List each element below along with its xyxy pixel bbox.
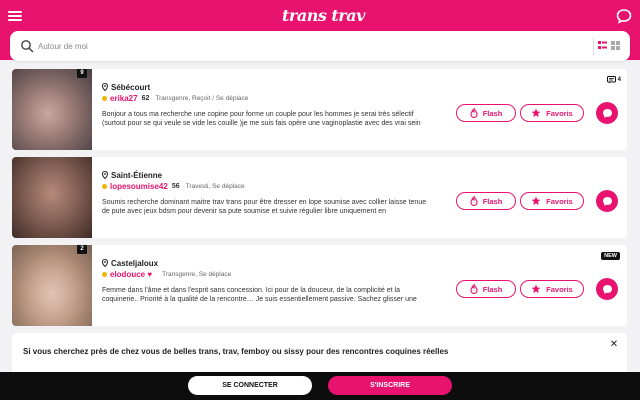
- profile-photo[interactable]: [12, 157, 92, 238]
- profile-type: Travesti, Se déplace: [185, 182, 245, 190]
- profile-info: Casteljaloux elodouce ♥ Transgenre, Se d…: [102, 258, 432, 304]
- profile-info: Saint-Étienne lopesoumise42 56 Travesti,…: [102, 170, 432, 216]
- profile-location: Saint-Étienne: [102, 170, 432, 180]
- login-button[interactable]: SE CONNECTER: [188, 376, 312, 395]
- username-link[interactable]: elodouce ♥: [110, 270, 152, 279]
- profile-photo[interactable]: 9: [12, 69, 92, 150]
- age: 62: [141, 94, 150, 102]
- auth-bar: SE CONNECTER S'INSCRIRE: [0, 372, 640, 400]
- profile-description: Femme dans l'âme et dans l'esprit sans c…: [102, 287, 417, 303]
- user-row: lopesoumise42 56 Travesti, Se déplace: [102, 181, 432, 191]
- flame-icon: [470, 284, 478, 294]
- age: 56: [171, 182, 180, 190]
- hamburger-icon[interactable]: [8, 9, 22, 23]
- search-icon: [20, 39, 34, 53]
- flash-label: Flash: [482, 108, 503, 118]
- message-count-badge: 4: [606, 75, 621, 85]
- chat-icon: [602, 196, 612, 206]
- profile-type: Transgenre, Se déplace: [162, 270, 232, 278]
- send-message-button[interactable]: [596, 102, 618, 124]
- flash-label: Flash: [482, 284, 503, 294]
- grid-view-icon[interactable]: [611, 37, 620, 55]
- favorite-button[interactable]: Favoris: [520, 192, 584, 210]
- profile-photo[interactable]: 2: [12, 245, 92, 326]
- send-message-button[interactable]: [596, 190, 618, 212]
- location-text: Sébécourt: [111, 82, 151, 92]
- location-pin-icon: [102, 83, 108, 91]
- flash-button[interactable]: Flash: [456, 104, 516, 122]
- new-badge: NEW: [601, 252, 620, 260]
- favorite-button[interactable]: Favoris: [520, 280, 584, 298]
- location-pin-icon: [102, 259, 108, 267]
- location-text: Saint-Étienne: [111, 170, 163, 180]
- message-count: 4: [617, 77, 621, 83]
- view-toggle: [598, 38, 622, 54]
- profile-description: Bonjour a tous ma recherche une copine p…: [102, 111, 421, 127]
- search-bar: [10, 31, 630, 61]
- favorite-label: Favoris: [546, 196, 573, 206]
- search-input[interactable]: [38, 37, 578, 55]
- list-view-icon[interactable]: [598, 37, 607, 55]
- online-status-dot: [102, 183, 107, 189]
- profile-location: Sébécourt: [102, 82, 432, 92]
- signup-button[interactable]: S'INSCRIRE: [328, 376, 452, 395]
- flash-button[interactable]: Flash: [456, 280, 516, 298]
- profile-location: Casteljaloux: [102, 258, 432, 268]
- flash-button[interactable]: Flash: [456, 192, 516, 210]
- chat-icon: [602, 284, 612, 294]
- profile-type: Transgenre, Reçoit / Se déplace: [155, 94, 249, 102]
- profile-info: Sébécourt erika27 62 Transgenre, Reçoit …: [102, 82, 432, 128]
- message-icon: [606, 76, 616, 84]
- send-message-button[interactable]: [596, 278, 618, 300]
- star-icon: [531, 108, 541, 117]
- user-row: elodouce ♥ Transgenre, Se déplace: [102, 269, 432, 279]
- location-text: Casteljaloux: [111, 258, 159, 268]
- user-row: erika27 62 Transgenre, Reçoit / Se dépla…: [102, 93, 432, 103]
- favorite-button[interactable]: Favoris: [520, 104, 584, 122]
- flame-icon: [470, 196, 478, 206]
- flash-label: Flash: [482, 196, 503, 206]
- location-pin-icon: [102, 171, 108, 179]
- site-logo[interactable]: trans trav: [282, 6, 365, 25]
- star-icon: [531, 196, 541, 205]
- banner-title: Si vous cherchez près de chez vous de be…: [23, 347, 449, 356]
- divider: [593, 37, 594, 55]
- flame-icon: [470, 108, 478, 118]
- favorite-label: Favoris: [546, 108, 573, 118]
- favorite-label: Favoris: [546, 284, 573, 294]
- star-icon: [531, 284, 541, 293]
- photo-count-badge: 9: [77, 69, 87, 78]
- photo-count-badge: 2: [77, 245, 87, 254]
- profile-description: Soumis recherche dominant maitre trav tr…: [102, 199, 427, 215]
- chat-icon: [602, 108, 612, 118]
- profile-card[interactable]: 9 Sébécourt erika27 62 Transgenre, Reçoi…: [12, 69, 627, 150]
- profile-card[interactable]: 2 Casteljaloux elodouce ♥ Transgenre, Se…: [12, 245, 627, 326]
- username-link[interactable]: erika27: [110, 94, 138, 103]
- online-status-dot: [102, 271, 107, 277]
- username-link[interactable]: lopesoumise42: [110, 182, 168, 191]
- online-status-dot: [102, 95, 107, 101]
- chat-bubble-icon[interactable]: [616, 8, 632, 24]
- close-icon[interactable]: ✕: [609, 340, 619, 350]
- profile-card[interactable]: Saint-Étienne lopesoumise42 56 Travesti,…: [12, 157, 627, 238]
